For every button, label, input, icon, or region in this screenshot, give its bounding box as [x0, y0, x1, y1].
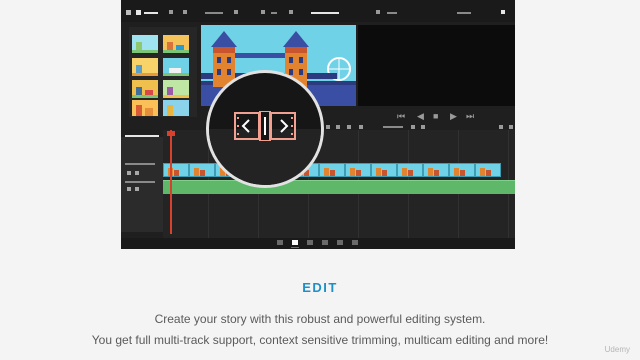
window-icon[interactable]	[136, 10, 141, 15]
zoom-magnifier	[206, 70, 324, 188]
media-bin	[129, 27, 197, 117]
timeline-tool[interactable]	[499, 125, 503, 129]
video-clip[interactable]	[371, 163, 397, 177]
workspace-tab[interactable]	[352, 240, 358, 245]
timeline-tool[interactable]	[326, 125, 330, 129]
media-thumbnail[interactable]	[163, 100, 189, 116]
timeline-tool[interactable]	[411, 125, 415, 129]
timeline-tool[interactable]	[421, 125, 425, 129]
media-thumbnail[interactable]	[163, 58, 189, 76]
playhead[interactable]	[170, 130, 172, 234]
play-icon[interactable]: ▶	[450, 112, 457, 121]
workspace-tab[interactable]	[307, 240, 313, 245]
track-header-video[interactable]	[125, 163, 155, 165]
video-clip[interactable]	[423, 163, 449, 177]
video-clip[interactable]	[449, 163, 475, 177]
timeline-tool[interactable]	[336, 125, 340, 129]
track-toggle[interactable]	[135, 171, 139, 175]
secondary-viewer	[358, 25, 515, 106]
app-menu-icon[interactable]	[126, 10, 131, 15]
menu-item[interactable]	[144, 12, 158, 14]
section-title: EDIT	[302, 280, 338, 295]
frame-back-icon[interactable]: ◀	[417, 112, 424, 121]
toolbar-button[interactable]	[169, 10, 173, 14]
toolbar-button[interactable]	[183, 10, 187, 14]
workspace-tab[interactable]	[322, 240, 328, 245]
track-toggle[interactable]	[127, 171, 131, 175]
workspace-tab-edit[interactable]	[292, 240, 298, 245]
video-clip[interactable]	[345, 163, 371, 177]
menu-item[interactable]	[457, 12, 471, 14]
video-clip[interactable]	[397, 163, 423, 177]
track-headers	[121, 137, 163, 232]
media-thumbnail[interactable]	[132, 100, 158, 116]
editor-toolbar	[121, 0, 515, 22]
menu-item[interactable]	[387, 12, 397, 14]
skip-forward-icon[interactable]: ⏭	[466, 112, 474, 121]
video-clip[interactable]	[319, 163, 345, 177]
toolbar-button[interactable]	[261, 10, 265, 14]
timeline-tool[interactable]	[359, 125, 363, 129]
skip-back-icon[interactable]: ⏮	[397, 112, 405, 121]
active-tab-indicator	[291, 247, 299, 248]
media-thumbnail[interactable]	[132, 35, 158, 53]
settings-icon[interactable]	[501, 10, 505, 14]
watermark-logo: Udemy	[604, 345, 630, 354]
timeline-tool[interactable]	[347, 125, 351, 129]
media-thumbnail[interactable]	[132, 80, 158, 98]
toolbar-button[interactable]	[289, 10, 293, 14]
media-thumbnail[interactable]	[163, 35, 189, 53]
timeline-tool[interactable]	[509, 125, 513, 129]
workspace-tabs	[121, 238, 515, 249]
menu-item[interactable]	[271, 12, 277, 14]
section-description-2: You get full multi-track support, contex…	[91, 333, 549, 347]
project-title-bar	[311, 12, 339, 14]
track-toggle[interactable]	[127, 187, 131, 191]
workspace-tab[interactable]	[277, 240, 283, 245]
video-clip[interactable]	[475, 163, 501, 177]
split-trim-icon	[234, 111, 296, 141]
media-thumbnail[interactable]	[163, 80, 189, 98]
menu-item[interactable]	[205, 12, 223, 14]
section-description: Create your story with this robust and p…	[154, 312, 486, 326]
media-thumbnail[interactable]	[132, 58, 158, 76]
stop-icon[interactable]: ■	[433, 112, 438, 121]
zoom-slider[interactable]	[383, 126, 403, 128]
track-header-audio[interactable]	[125, 181, 155, 183]
track-toggle[interactable]	[135, 187, 139, 191]
toolbar-button[interactable]	[234, 10, 238, 14]
workspace-tab[interactable]	[337, 240, 343, 245]
video-clip[interactable]	[163, 163, 189, 177]
toolbar-button[interactable]	[376, 10, 380, 14]
